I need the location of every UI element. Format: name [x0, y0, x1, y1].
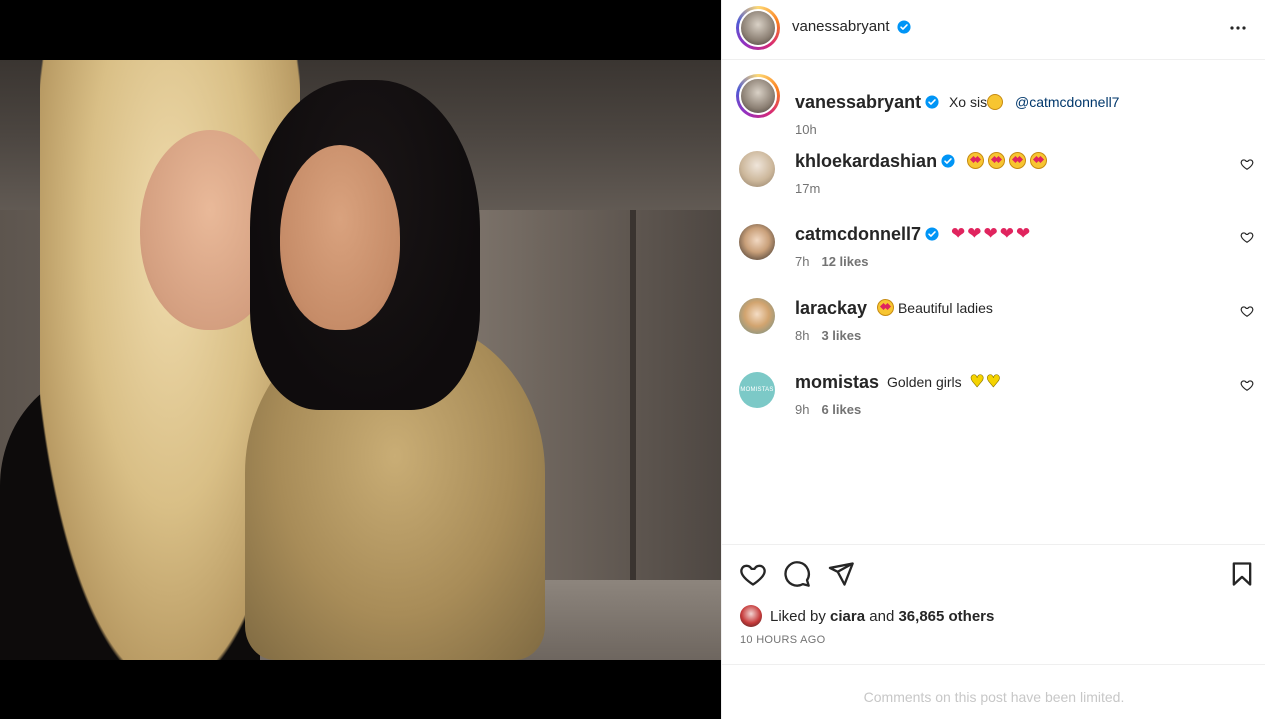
comment-like-heart-icon[interactable] — [1240, 230, 1254, 244]
comments-limited-notice: Comments on this post have been limited. — [722, 664, 1265, 719]
heart-eyes-emoji-icon — [966, 152, 984, 169]
caption-text: Xo sis — [948, 94, 988, 110]
comment-item: MOMISTAS momistas Golden girls ♥♥ 9h 6 li… — [736, 372, 1256, 432]
post-photo[interactable] — [0, 60, 721, 660]
comment-text-line: catmcdonnell7 ❤ ❤ ❤ ❤ ❤ — [795, 224, 1032, 245]
commenter-username[interactable]: catmcdonnell7 — [795, 224, 921, 244]
comment-item: larackay Beautiful ladies 8h 3 likes — [736, 298, 1256, 358]
heart-eyes-emoji-icon — [1029, 152, 1047, 169]
comment-item: catmcdonnell7 ❤ ❤ ❤ ❤ ❤ 7h 12 likes — [736, 224, 1256, 284]
comment-meta: 9h 6 likes — [795, 402, 861, 417]
post-header: vanessabryant — [722, 0, 1265, 60]
yellow-heart-emoji-icon: ♥ — [969, 372, 985, 393]
comment-likes[interactable]: 6 likes — [821, 402, 861, 417]
red-heart-emoji-icon: ❤ — [967, 224, 982, 244]
liker-username[interactable]: ciara — [830, 608, 865, 625]
comment-text: Beautiful ladies — [897, 300, 993, 316]
comment-text-line: larackay Beautiful ladies — [795, 298, 993, 319]
bookmark-icon[interactable] — [1228, 560, 1256, 588]
commenter-username[interactable]: larackay — [795, 298, 867, 318]
post-media — [0, 0, 721, 719]
caption-author-avatar[interactable] — [736, 74, 780, 118]
comment-icon[interactable] — [783, 560, 811, 588]
kiss-emoji-icon — [987, 94, 1004, 110]
comment-time[interactable]: 17m — [795, 181, 820, 196]
comment-likes[interactable]: 3 likes — [821, 328, 861, 343]
likes-prefix: Liked by — [770, 607, 826, 625]
comment-time[interactable]: 7h — [795, 254, 809, 269]
post-panel: vanessabryant vanessabryant Xo sis @catm… — [721, 0, 1265, 719]
comment-text-line: momistas Golden girls ♥♥ — [795, 372, 1002, 393]
comment-meta: 17m — [795, 181, 820, 196]
heart-eyes-emoji-icon — [876, 299, 894, 316]
commenter-avatar[interactable] — [739, 298, 775, 334]
commenter-avatar[interactable]: MOMISTAS — [739, 372, 775, 408]
commenter-avatar[interactable] — [739, 224, 775, 260]
caption-author-username[interactable]: vanessabryant — [795, 92, 921, 112]
red-heart-emoji-icon: ❤ — [1015, 224, 1031, 244]
red-heart-emoji-icon: ❤ — [983, 224, 998, 244]
comment-meta: 7h 12 likes — [795, 254, 868, 269]
author-avatar[interactable] — [736, 6, 780, 50]
heart-eyes-emoji-icon — [987, 152, 1005, 169]
commenter-username[interactable]: khloekardashian — [795, 151, 937, 171]
send-icon[interactable] — [827, 560, 855, 588]
more-horizontal-icon[interactable] — [1226, 16, 1250, 40]
comments-list[interactable]: vanessabryant Xo sis @catmcdonnell7 10h … — [722, 61, 1265, 544]
verified-badge-icon — [925, 95, 939, 109]
caption-time[interactable]: 10h — [795, 122, 817, 137]
photo-person-right-face — [280, 145, 400, 330]
red-heart-emoji-icon: ❤ — [950, 224, 966, 244]
comment-like-heart-icon[interactable] — [1240, 304, 1254, 318]
red-heart-emoji-icon: ❤ — [999, 224, 1014, 244]
liker-avatar[interactable] — [740, 605, 762, 627]
heart-eyes-emoji-icon — [1008, 152, 1026, 169]
comment-item: khloekardashian 17m — [736, 151, 1256, 211]
comment-time[interactable]: 9h — [795, 402, 809, 417]
likes-summary[interactable]: Liked by ciara and 36,865 others — [740, 605, 994, 627]
caption-text-line: vanessabryant Xo sis @catmcdonnell7 — [795, 92, 1119, 113]
caption-mention-link[interactable]: @catmcdonnell7 — [1015, 94, 1120, 110]
verified-badge-icon — [941, 154, 955, 168]
comment-like-heart-icon[interactable] — [1240, 378, 1254, 392]
heart-icon[interactable] — [739, 560, 767, 588]
comment-like-heart-icon[interactable] — [1240, 157, 1254, 171]
yellow-heart-emoji-icon: ♥ — [985, 372, 1002, 393]
comment-likes[interactable]: 12 likes — [821, 254, 868, 269]
verified-badge-icon — [897, 20, 911, 34]
post-time[interactable]: 10 HOURS AGO — [740, 634, 826, 646]
comment-text: Golden girls — [886, 374, 962, 390]
likes-others-count[interactable]: 36,865 others — [898, 608, 994, 625]
comment-text-line: khloekardashian — [795, 151, 1051, 172]
commenter-username[interactable]: momistas — [795, 372, 879, 392]
momistas-avatar-logo-text: MOMISTAS — [740, 387, 774, 393]
author-username[interactable]: vanessabryant — [792, 18, 890, 35]
likes-connector: and — [869, 607, 895, 625]
comment-time[interactable]: 8h — [795, 328, 809, 343]
comment-meta: 8h 3 likes — [795, 328, 861, 343]
post-actions: Liked by ciara and 36,865 others 10 HOUR… — [722, 544, 1265, 664]
verified-badge-icon — [925, 227, 939, 241]
commenter-avatar[interactable] — [739, 151, 775, 187]
